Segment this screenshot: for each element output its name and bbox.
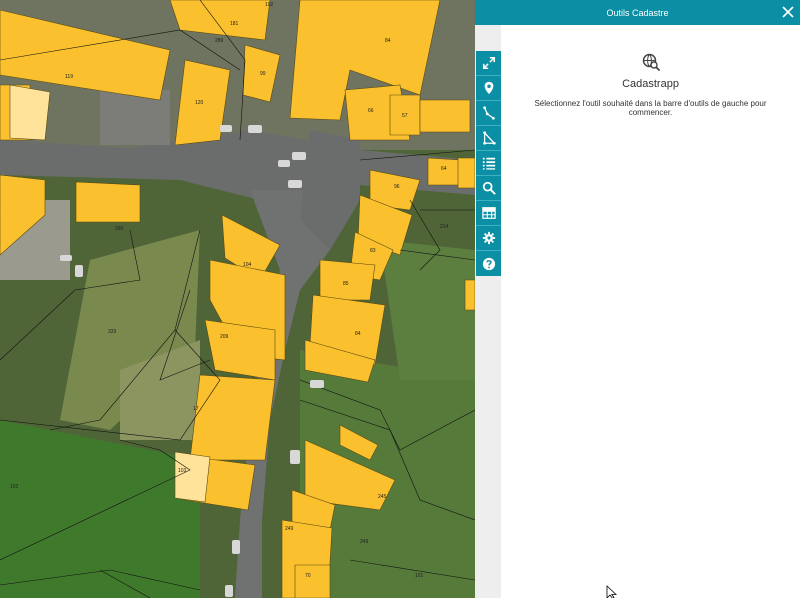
list-icon (482, 157, 495, 170)
panel-body: Cadastrapp Sélectionnez l'outil souhaité… (501, 52, 800, 117)
parcel-label: 249 (360, 539, 369, 545)
gear-icon (482, 231, 495, 245)
panel-header: Outils Cadastre (475, 0, 800, 25)
close-icon[interactable] (780, 4, 796, 20)
line-selection-icon (482, 106, 495, 120)
cadastre-panel: Outils Cadastre Cadastrapp Sélectionnez … (475, 0, 800, 598)
parcel-label: 102 (265, 2, 274, 8)
parcel-label: 85 (343, 281, 349, 287)
point-selection-button[interactable] (476, 76, 501, 101)
polygon-selection-icon (482, 131, 496, 145)
parcel-label: 245 (378, 494, 387, 500)
parcel-label: 101 (415, 573, 424, 579)
panel-title: Outils Cadastre (606, 7, 669, 18)
parcel-label: 333 (108, 329, 117, 335)
list-button[interactable] (476, 151, 501, 176)
map-canvas[interactable]: 102 181 289 119 99 84 120 66 57 96 64 21… (0, 0, 475, 598)
table-button[interactable] (476, 201, 501, 226)
app-root: 102 181 289 119 99 84 120 66 57 96 64 21… (0, 0, 800, 598)
parcel-label: 289 (215, 38, 224, 44)
app-name: Cadastrapp (622, 78, 679, 90)
settings-button[interactable] (476, 226, 501, 251)
cadastral-map[interactable]: 102 181 289 119 99 84 120 66 57 96 64 21… (0, 0, 475, 598)
parcel-label: 66 (368, 108, 374, 114)
expand-icon (482, 56, 495, 70)
line-selection-button[interactable] (476, 101, 501, 126)
parcel-label: 17 (193, 406, 199, 412)
parcel-label: 83 (370, 248, 376, 254)
parcel-label: 249 (285, 526, 294, 532)
expand-button[interactable] (476, 51, 501, 76)
parcel-label: 119 (65, 74, 73, 80)
parcel-label: 214 (440, 224, 449, 230)
polygon-selection-button[interactable] (476, 126, 501, 151)
parcel-label: 57 (402, 113, 408, 119)
cadastrapp-logo-icon (642, 53, 660, 72)
parcel-label: 99 (260, 71, 266, 77)
parcel-label: 96 (394, 184, 400, 190)
parcel-label: 104 (243, 262, 252, 268)
parcel-label: 103 (178, 468, 187, 474)
parcel-label: 84 (355, 331, 361, 337)
parcel-label: 103 (10, 484, 19, 490)
parcel-label: 181 (230, 21, 239, 27)
search-icon (482, 181, 496, 195)
map-marker-icon (484, 81, 493, 95)
search-button[interactable] (476, 176, 501, 201)
parcel-label: 250 (115, 226, 124, 232)
mouse-cursor-icon (606, 585, 618, 598)
parcel-label: 70 (305, 573, 311, 579)
help-button[interactable] (476, 251, 501, 276)
app-description: Sélectionnez l'outil souhaité dans la ba… (534, 99, 767, 117)
parcel-label: 64 (441, 166, 447, 172)
parcel-label: 84 (385, 38, 391, 44)
cadastre-toolbar (476, 51, 501, 276)
parcel-label: 209 (220, 334, 229, 340)
table-icon (481, 207, 496, 219)
help-icon (482, 257, 495, 270)
parcel-label: 120 (195, 100, 204, 106)
